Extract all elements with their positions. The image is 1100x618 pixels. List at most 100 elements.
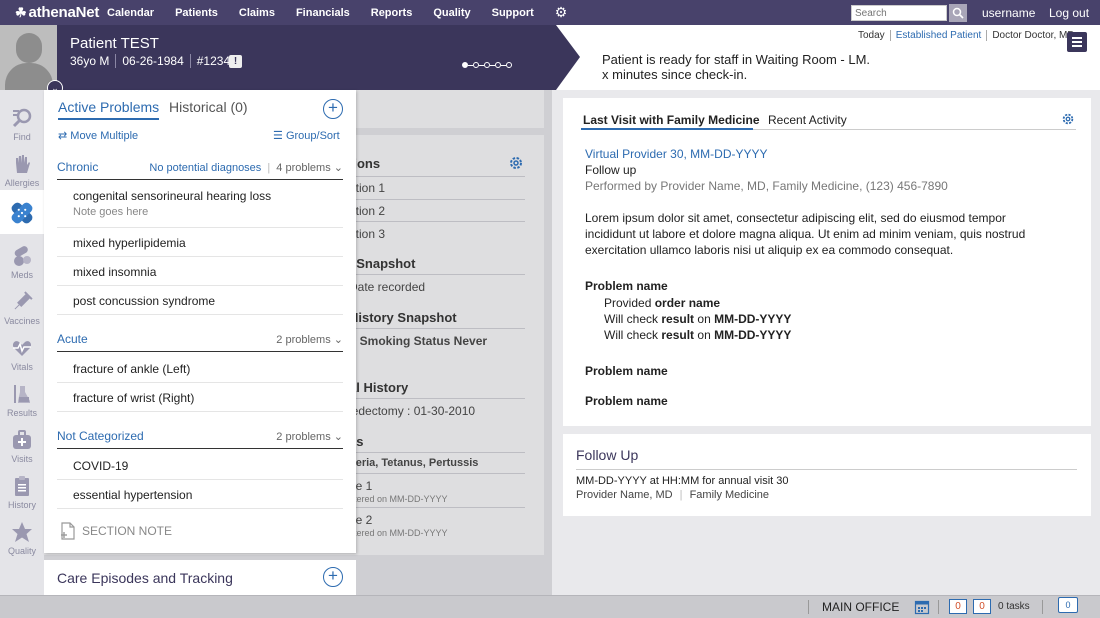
rail-find[interactable]: Find — [0, 107, 44, 142]
rail-results-label: Results — [6, 408, 37, 418]
chevron-down-icon: ⌄ — [333, 162, 343, 174]
problem-name: post concussion syndrome — [73, 294, 216, 308]
status-bar: MAIN OFFICE 0 0 0 tasks 0 — [0, 595, 1100, 618]
medical-bag-icon — [13, 430, 31, 449]
problem-item[interactable]: mixed hyperlipidemia — [57, 228, 343, 257]
encounter-type-link[interactable]: Established Patient — [891, 30, 988, 41]
nav-claims[interactable]: Claims — [239, 7, 275, 19]
username-link[interactable]: username — [982, 6, 1035, 20]
follow-up-panel: Follow Up MM-DD-YYYY at HH:MM for annual… — [563, 434, 1091, 516]
hamburger-menu-button[interactable] — [1067, 32, 1087, 52]
problem-count-toggle[interactable]: 2 problems ⌄ — [276, 430, 343, 443]
note-add-icon — [61, 522, 75, 540]
summary-item: Date recorded — [349, 280, 426, 294]
section-title: Chronic — [57, 160, 99, 174]
summary-item: o Smoking Status Never — [349, 334, 488, 348]
tab-last-visit[interactable]: Last Visit with Family Medicine — [583, 113, 760, 127]
top-nav: ☘ athenaNet Calendar Patients Claims Fin… — [0, 0, 1100, 25]
rail-vaccines[interactable]: Vaccines — [0, 291, 44, 326]
problem-name: mixed insomnia — [73, 265, 157, 279]
search-icon — [952, 7, 964, 19]
star-icon — [12, 522, 32, 542]
section-note-button[interactable]: SECTION NOTE — [60, 522, 172, 540]
athenanet-logo[interactable]: ☘ athenaNet — [0, 4, 107, 21]
nav-patients[interactable]: Patients — [175, 7, 218, 19]
follow-up-department: Family Medicine — [689, 489, 770, 501]
encounter-info: Today Established Patient Doctor Doctor,… — [853, 30, 1080, 41]
gear-icon[interactable] — [1061, 112, 1075, 126]
rail-meds[interactable]: Meds — [0, 245, 44, 280]
rail-vitals[interactable]: Vitals — [0, 337, 44, 372]
patient-name[interactable]: Patient TEST — [70, 35, 159, 52]
problem-item[interactable]: fracture of ankle (Left) — [57, 354, 343, 383]
add-care-episode-button[interactable]: + — [323, 567, 343, 587]
patient-info: 36yo M 06-26-1984 #1234 — [70, 54, 236, 68]
nav-reports[interactable]: Reports — [371, 7, 413, 19]
problem-item[interactable]: COVID-19 — [57, 451, 343, 480]
patient-avatar[interactable] — [0, 25, 57, 90]
problem-item[interactable]: essential hypertension — [57, 480, 343, 509]
problem-item[interactable]: post concussion syndrome — [57, 286, 343, 315]
rail-history[interactable]: History — [0, 475, 44, 510]
nav-financials[interactable]: Financials — [296, 7, 350, 19]
alert-icon[interactable]: ! — [229, 55, 242, 68]
search-icon — [12, 108, 32, 128]
message-icon[interactable]: 0 — [1058, 597, 1078, 613]
gear-icon[interactable] — [508, 155, 524, 171]
list-icon: ☰ — [273, 130, 283, 142]
follow-up-provider-line: Provider Name, MD | Family Medicine — [576, 489, 770, 501]
bandage-icon — [11, 202, 33, 224]
hand-icon — [16, 155, 30, 173]
problem-heading: Problem name — [585, 364, 668, 378]
calendar-icon[interactable] — [914, 599, 930, 615]
problem-count-toggle[interactable]: 4 problems ⌄ — [276, 162, 343, 174]
problem-heading: Problem name — [585, 394, 668, 408]
problem-name: congenital sensorineural hearing loss — [73, 189, 272, 203]
move-multiple-button[interactable]: ⇄ Move Multiple — [58, 129, 138, 142]
task-badge[interactable]: 0 — [973, 599, 991, 614]
problem-item[interactable]: fracture of wrist (Right) — [57, 383, 343, 412]
rail-results[interactable]: Results — [0, 383, 44, 418]
patient-banner: ⌄ Patient TEST 36yo M 06-26-1984 #1234 !… — [0, 25, 1100, 96]
problem-item[interactable]: congenital sensorineural hearing loss No… — [57, 187, 343, 228]
care-episodes-title[interactable]: Care Episodes and Tracking — [57, 570, 233, 586]
nav-quality[interactable]: Quality — [433, 7, 470, 19]
order-line: Provided order name — [604, 296, 721, 310]
visit-provider-link[interactable]: Virtual Provider 30, MM-DD-YYYY — [585, 147, 768, 161]
problem-count-toggle[interactable]: 2 problems ⌄ — [276, 333, 343, 346]
rail-problems[interactable] — [0, 190, 44, 234]
department-selector[interactable]: MAIN OFFICE — [822, 600, 899, 614]
checkin-status-line1: Patient is ready for staff in Waiting Ro… — [602, 52, 871, 67]
search-input[interactable] — [851, 5, 947, 21]
rail-quality[interactable]: Quality — [0, 521, 44, 556]
tasks-count[interactable]: 0 tasks — [998, 601, 1030, 612]
result-line: Will check result on MM-DD-YYYY — [604, 328, 792, 342]
summary-heading-2: l Snapshot — [349, 256, 416, 271]
rail-history-label: History — [7, 500, 36, 510]
tab-recent-activity[interactable]: Recent Activity — [768, 113, 847, 127]
encounter-provider: Doctor Doctor, MD — [992, 30, 1075, 41]
workflow-progress[interactable] — [462, 62, 512, 68]
tab-historical[interactable]: Historical (0) — [169, 99, 248, 115]
nav-support[interactable]: Support — [492, 7, 534, 19]
settings-gear-icon[interactable]: ⚙ — [555, 4, 568, 21]
problem-count: 4 problems — [276, 162, 331, 174]
summary-item: heria, Tetanus, Pertussis — [349, 457, 479, 469]
group-sort-button[interactable]: ☰ Group/Sort — [273, 129, 340, 142]
task-badge[interactable]: 0 — [949, 599, 967, 614]
summary-item-meta: ntered on MM-DD-YYYY — [349, 528, 448, 538]
rail-vaccines-label: Vaccines — [4, 316, 40, 326]
visit-notes-line: exercitation ullamco laboris nisi ut ali… — [585, 243, 954, 257]
potential-diagnoses-link[interactable]: No potential diagnoses — [149, 162, 261, 174]
problem-item[interactable]: mixed insomnia — [57, 257, 343, 286]
add-problem-button[interactable]: + — [323, 99, 343, 119]
section-title: Not Categorized — [57, 429, 144, 443]
rail-visits[interactable]: Visits — [0, 429, 44, 464]
rail-allergies[interactable]: Allergies — [0, 153, 44, 188]
tab-active-problems[interactable]: Active Problems — [58, 99, 160, 120]
group-sort-label: Group/Sort — [285, 130, 340, 142]
search-button[interactable] — [949, 4, 967, 22]
logout-link[interactable]: Log out — [1049, 6, 1089, 20]
nav-calendar[interactable]: Calendar — [107, 7, 154, 19]
summary-heading-4: al History — [349, 380, 409, 395]
